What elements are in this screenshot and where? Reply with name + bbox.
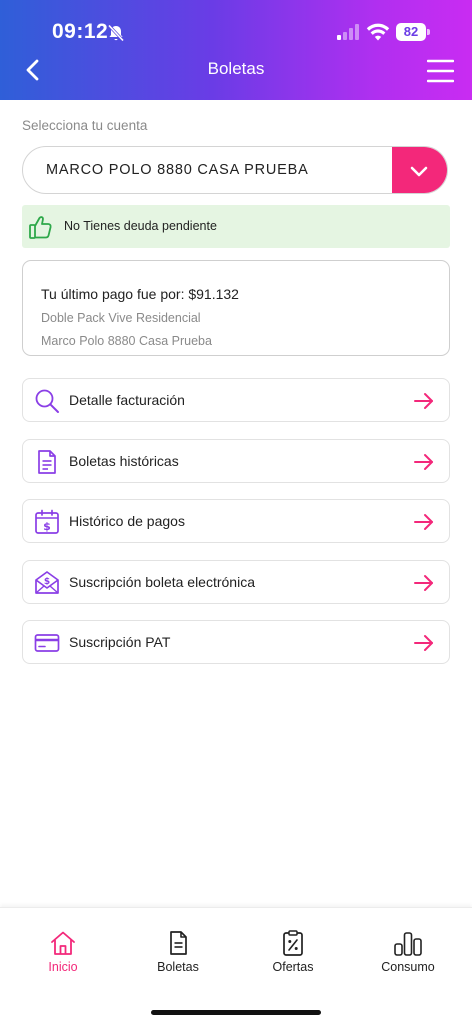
arrow-right-icon [414, 635, 433, 651]
arrow-right-icon [414, 575, 433, 591]
home-indicator [151, 1010, 321, 1015]
page-title: Boletas [207, 59, 265, 78]
account-select-label: Selecciona tu cuenta [22, 118, 148, 133]
last-payment-amount: Tu último pago fue por: $91.132 [41, 286, 239, 302]
envelope-dollar-icon: $ [35, 571, 59, 594]
menu-item-suscripcion-boleta-electronica[interactable]: $ Suscripción boleta electrónica [22, 560, 450, 604]
tab-label: Ofertas [272, 960, 314, 974]
bell-muted-icon [107, 24, 125, 42]
wifi-icon [366, 23, 390, 41]
menu-item-label: Histórico de pagos [69, 513, 185, 529]
chevron-down-icon [410, 166, 428, 177]
svg-text:$: $ [44, 577, 50, 587]
status-time: 09:12 [52, 20, 109, 43]
menu-item-suscripcion-pat[interactable]: Suscripción PAT [22, 620, 450, 664]
tab-ofertas[interactable]: Ofertas [248, 930, 338, 980]
menu-item-boletas-historicas[interactable]: Boletas históricas [22, 439, 450, 483]
menu-item-historico-pagos[interactable]: $ Histórico de pagos [22, 499, 450, 543]
debt-status-text: No Tienes deuda pendiente [64, 219, 217, 233]
home-icon [51, 931, 75, 955]
tab-label: Consumo [381, 960, 435, 974]
battery-level: 82 [396, 23, 426, 41]
menu-item-label: Detalle facturación [69, 392, 185, 408]
debt-status-banner: No Tienes deuda pendiente [22, 205, 450, 248]
last-payment-plan: Doble Pack Vive Residencial [41, 311, 201, 325]
offer-clipboard-icon [283, 930, 303, 956]
credit-card-icon [34, 634, 60, 652]
account-selected-value: MARCO POLO 8880 CASA PRUEBA [46, 162, 309, 178]
battery-indicator: 82 [396, 23, 430, 41]
menu-item-label: Suscripción boleta electrónica [69, 574, 255, 590]
receipt-icon [170, 931, 187, 955]
arrow-right-icon [414, 393, 433, 409]
tab-boletas[interactable]: Boletas [133, 930, 223, 980]
arrow-right-icon [414, 514, 433, 530]
tab-consumo[interactable]: Consumo [363, 930, 453, 980]
hamburger-menu-icon[interactable] [427, 58, 454, 84]
status-bar: 09:12 82 [0, 14, 472, 50]
tab-label: Inicio [48, 960, 78, 974]
document-icon [38, 450, 56, 474]
calendar-dollar-icon: $ [35, 509, 59, 534]
tab-label: Boletas [157, 960, 199, 974]
bar-chart-icon [394, 932, 422, 956]
account-dropdown[interactable]: MARCO POLO 8880 CASA PRUEBA [22, 146, 448, 194]
account-dropdown-button[interactable] [392, 147, 447, 193]
thumbs-up-icon [29, 216, 52, 239]
menu-item-label: Suscripción PAT [69, 634, 171, 650]
last-payment-card: Tu último pago fue por: $91.132 Doble Pa… [22, 260, 450, 356]
arrow-right-icon [414, 454, 433, 470]
last-payment-address: Marco Polo 8880 Casa Prueba [41, 334, 212, 348]
bottom-tab-bar: Inicio Boletas Ofertas Consumo [0, 907, 472, 1024]
app-header: 09:12 82 Boletas [0, 0, 472, 100]
battery-tip [427, 29, 430, 35]
svg-text:$: $ [43, 520, 51, 533]
menu-item-detalle-facturacion[interactable]: Detalle facturación [22, 378, 450, 422]
signal-icon [337, 24, 359, 40]
tab-inicio[interactable]: Inicio [18, 930, 108, 980]
magnifier-icon [35, 389, 59, 413]
menu-item-label: Boletas históricas [69, 453, 179, 469]
